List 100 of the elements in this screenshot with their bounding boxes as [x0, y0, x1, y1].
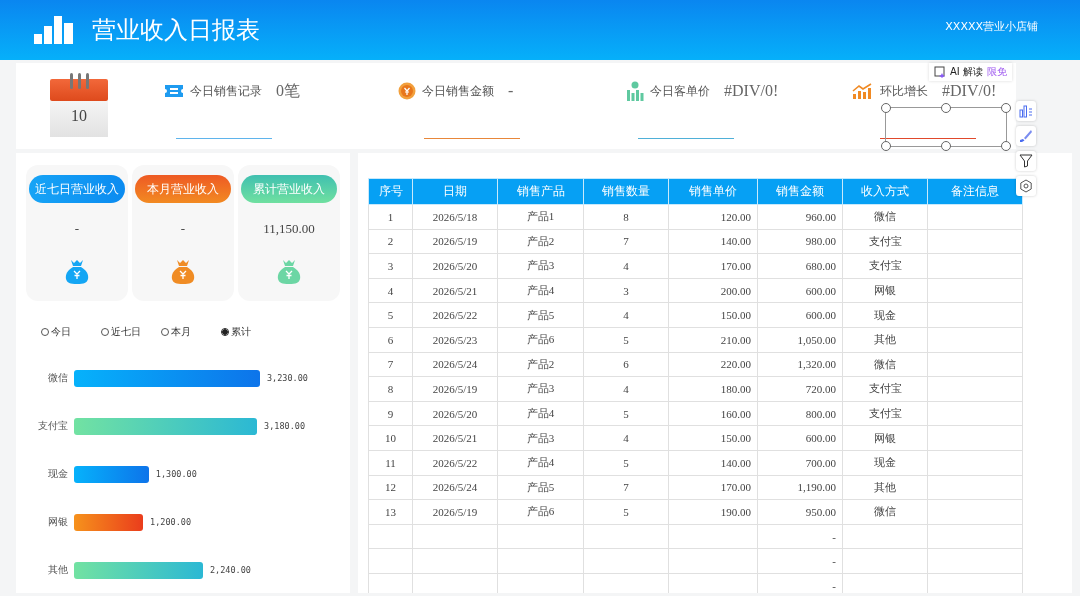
table-cell: 220.00	[720, 358, 751, 371]
period-radio[interactable]: 今日	[41, 325, 101, 339]
money-bag-icon	[276, 258, 302, 284]
table-cell: 5	[387, 309, 394, 322]
chart-style-button[interactable]	[1016, 126, 1036, 146]
table-cell: 2026/5/24	[432, 481, 478, 494]
bar-value-label: 1,300.00	[155, 469, 197, 479]
table-cell: 4	[623, 260, 629, 272]
table-cell: 产品5	[526, 480, 555, 493]
period-radio[interactable]: 近七日	[101, 325, 161, 339]
bar-label: 其他	[47, 563, 68, 577]
table-cell: 产品6	[526, 333, 555, 346]
kpi-label: 今日销售金额	[422, 82, 494, 100]
table-cell: 13	[385, 505, 396, 518]
table-cell: 170.00	[720, 260, 751, 272]
table-cell: 7	[623, 481, 629, 494]
table-cell: 170.00	[720, 481, 751, 494]
ai-icon	[934, 66, 946, 78]
money-bag-icon	[170, 258, 196, 284]
table-cell: 5	[623, 456, 629, 469]
table-cell: 网银	[874, 431, 896, 444]
table-cell: 2026/5/22	[432, 456, 478, 469]
table-cell: 210.00	[720, 333, 751, 346]
table-cell: 720.00	[805, 382, 836, 395]
table-cell: 微信	[874, 505, 896, 518]
table-cell: 3	[623, 284, 629, 297]
table-cell: 产品1	[526, 210, 555, 223]
bar-label: 支付宝	[37, 419, 68, 433]
ai-interpret-button[interactable]: AI 解读 限免	[929, 63, 1012, 81]
filter-button[interactable]	[1016, 151, 1036, 171]
bar-chart-icon	[34, 16, 74, 44]
chart-elements-button[interactable]	[1016, 101, 1036, 121]
table-cell: 2026/5/21	[432, 284, 478, 297]
kpi-label: 环比增长	[880, 82, 928, 100]
table-cell: 4	[623, 382, 629, 395]
table-cell: 微信	[874, 357, 896, 370]
table-cell: 2026/5/18	[432, 210, 478, 223]
table-cell: 7	[387, 358, 394, 371]
bar-value-label: 1,200.00	[150, 517, 192, 527]
card-title-pill: 本月营业收入	[135, 175, 231, 203]
table-cell: 产品4	[526, 407, 555, 420]
kpi-value: #DIV/0!	[724, 82, 779, 100]
table-cell: 7	[623, 235, 629, 248]
table-cell: 600.00	[805, 284, 836, 297]
table-cell: 6	[623, 358, 629, 371]
table-cell: 产品3	[526, 382, 555, 395]
table-cell: 8	[387, 382, 394, 395]
bar-value-label: 3,180.00	[264, 421, 306, 431]
table-cell: 产品2	[526, 357, 555, 370]
table-cell: 600.00	[805, 432, 836, 445]
card-value: 11,150.00	[263, 221, 315, 238]
ticket-icon	[164, 83, 184, 99]
column-header: 收入方式	[842, 178, 928, 205]
table-cell: 其他	[874, 333, 896, 346]
table-cell: 150.00	[720, 432, 751, 445]
bar-value-label: 2,240.00	[210, 565, 251, 575]
chart-person-icon	[626, 81, 644, 101]
table-cell: 4	[623, 309, 629, 322]
table-cell: 网银	[874, 284, 896, 297]
table-cell: 其他	[874, 480, 896, 493]
table-cell: 2026/5/20	[432, 260, 478, 272]
table-cell: 2	[387, 235, 394, 248]
table-cell: 2026/5/22	[432, 309, 478, 322]
table-cell: 4	[387, 284, 394, 297]
table-cell: 2026/5/20	[432, 407, 478, 420]
table-cell: 1,190.00	[797, 481, 836, 494]
table-cell: 2026/5/23	[432, 333, 478, 346]
table-cell: 180.00	[720, 382, 751, 395]
table-cell: 2026/5/21	[432, 432, 478, 445]
table-cell: 700.00	[805, 456, 836, 469]
table-cell: 960.00	[805, 210, 836, 223]
column-header: 日期	[412, 178, 498, 205]
growth-chart-icon	[852, 83, 874, 99]
table-cell: 800.00	[805, 407, 836, 420]
table-cell: 8	[623, 210, 629, 223]
period-radio[interactable]: 本月	[161, 325, 221, 339]
shop-name: XXXXX营业小店铺	[945, 18, 1038, 34]
table-cell: 产品6	[526, 505, 555, 518]
table-cell: 现金	[874, 308, 896, 321]
table-cell: 6	[387, 333, 394, 346]
card-title-pill: 近七日营业收入	[29, 175, 125, 203]
table-cell: 980.00	[805, 235, 836, 248]
table-cell: 10	[385, 432, 396, 445]
table-cell: 产品5	[526, 308, 555, 321]
table-cell: 9	[387, 407, 394, 420]
table-cell: 2026/5/24	[432, 358, 478, 371]
table-cell: 200.00	[720, 284, 751, 297]
table-cell: 现金	[874, 456, 896, 469]
column-header: 销售金额	[757, 178, 843, 205]
period-radio[interactable]: 累计	[221, 325, 281, 339]
column-header: 销售产品	[497, 178, 584, 205]
column-header: 备注信息	[927, 178, 1023, 205]
settings-button[interactable]	[1016, 176, 1036, 196]
table-cell: 产品4	[526, 284, 555, 297]
table-cell: 支付宝	[868, 259, 902, 272]
table-cell: 产品3	[526, 259, 555, 272]
table-cell: 支付宝	[868, 382, 902, 395]
table-cell: 产品4	[526, 456, 555, 469]
card-value: -	[180, 221, 186, 238]
card-value: -	[74, 221, 80, 238]
